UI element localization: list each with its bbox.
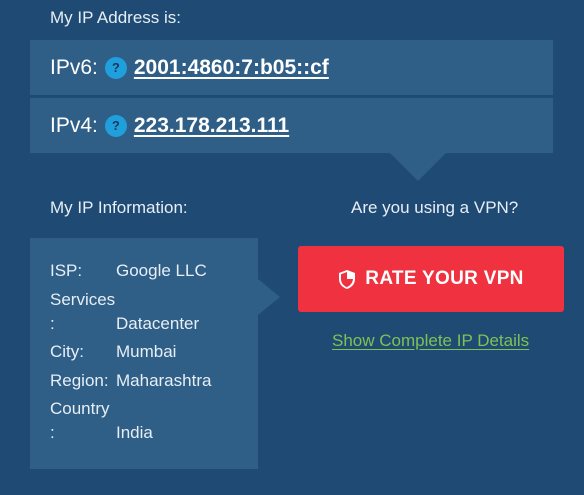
region-label: Region: — [50, 371, 109, 390]
services-label-colon: : — [50, 314, 55, 333]
country-label-colon: : — [50, 423, 55, 442]
ipv6-panel: IPv6: ? 2001:4860:7:b05::cf — [30, 40, 553, 95]
ip-info-widget: My IP Address is: IPv6: ? 2001:4860:7:b0… — [0, 0, 584, 495]
region-value: Maharashtra — [116, 371, 212, 390]
isp-value: Google LLC — [116, 261, 207, 280]
vpn-question-text: Are you using a VPN? — [351, 198, 519, 217]
rate-your-vpn-label: RATE YOUR VPN — [365, 268, 524, 289]
ipv4-panel: IPv4: ? 223.178.213.111 — [30, 98, 553, 153]
panel-pointer-right — [258, 279, 280, 315]
services-label: Services — [50, 290, 116, 309]
ipv6-address-link[interactable]: 2001:4860:7:b05::cf — [134, 56, 329, 80]
show-ip-details-link[interactable]: Show Complete IP Details — [332, 331, 529, 351]
shield-icon — [338, 269, 356, 290]
ipv4-address-link[interactable]: 223.178.213.111 — [134, 114, 289, 138]
country-value: India — [116, 423, 153, 442]
ipv6-label: IPv6: — [50, 55, 98, 79]
panel-pointer-down — [390, 153, 446, 181]
ipv4-label: IPv4: — [50, 113, 98, 137]
question-circle-icon[interactable]: ? — [104, 56, 127, 79]
services-value: Datacenter — [116, 314, 200, 333]
country-label: Country — [50, 399, 110, 418]
rate-your-vpn-button[interactable]: RATE YOUR VPN — [298, 246, 564, 312]
city-value: Mumbai — [116, 342, 177, 361]
ip-address-heading: My IP Address is: — [50, 8, 182, 27]
question-circle-icon[interactable]: ? — [104, 114, 127, 137]
city-label: City: — [50, 342, 84, 361]
isp-label: ISP: — [50, 261, 83, 280]
ip-information-heading: My IP Information: — [50, 198, 188, 217]
